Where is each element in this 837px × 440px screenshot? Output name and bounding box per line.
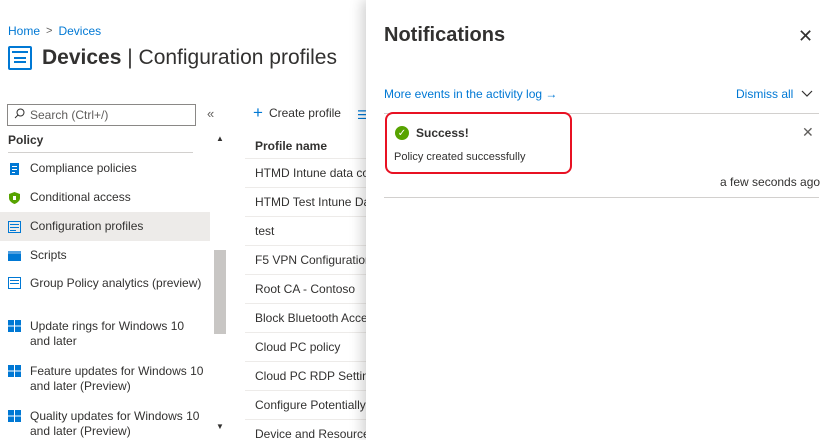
sidebar-item-feature-updates[interactable]: Feature updates for Windows 10 and later… xyxy=(0,358,210,403)
notifications-panel: Notifications ✕ More events in the activ… xyxy=(366,0,837,440)
success-check-icon: ✓ xyxy=(395,126,409,140)
sidebar-item-group-policy-analytics[interactable]: Group Policy analytics (preview) xyxy=(0,270,210,313)
table-row[interactable]: HTMD Intune data co xyxy=(245,159,377,188)
table-row[interactable]: Cloud PC policy xyxy=(245,333,377,362)
script-icon xyxy=(8,251,21,261)
search-placeholder: Search (Ctrl+/) xyxy=(30,108,109,122)
breadcrumb: Home > Devices xyxy=(8,24,101,38)
sidebar-item-label: Group Policy analytics (preview) xyxy=(30,276,202,290)
sidebar-item-compliance-policies[interactable]: Compliance policies xyxy=(0,154,210,183)
close-icon[interactable]: ✕ xyxy=(798,26,813,47)
breadcrumb-devices[interactable]: Devices xyxy=(58,24,101,38)
search-input[interactable]: Search (Ctrl+/) xyxy=(7,104,196,126)
breadcrumb-separator: > xyxy=(46,25,53,37)
table-row[interactable]: F5 VPN Configuration xyxy=(245,246,377,275)
page-title: Devices | Configuration profiles xyxy=(42,46,337,70)
sidebar-item-scripts[interactable]: Scripts xyxy=(0,241,210,270)
collapse-sidebar-button[interactable]: « xyxy=(207,106,214,121)
create-profile-button[interactable]: + Create profile xyxy=(253,103,341,122)
notification-item[interactable]: ✓ Success! Policy created successfully xyxy=(385,112,572,174)
section-title-policy: Policy xyxy=(8,133,44,147)
chevron-down-icon xyxy=(801,87,813,101)
table-row[interactable]: Root CA - Contoso xyxy=(245,275,377,304)
sidebar-item-configuration-profiles[interactable]: Configuration profiles xyxy=(0,212,210,241)
main-pane: + Create profile ☰ Profile name HTMD Int… xyxy=(237,100,377,440)
sidebar-item-quality-updates[interactable]: Quality updates for Windows 10 and later… xyxy=(0,403,210,440)
divider xyxy=(384,197,819,198)
plus-icon: + xyxy=(253,103,263,122)
sidebar-item-label: Feature updates for Windows 10 and later… xyxy=(30,364,204,393)
breadcrumb-home[interactable]: Home xyxy=(8,24,40,38)
windows-icon xyxy=(8,365,21,377)
sidebar-item-label: Quality updates for Windows 10 and later… xyxy=(30,409,200,438)
profiles-table: Profile name HTMD Intune data co HTMD Te… xyxy=(245,133,377,440)
sidebar-item-label: Configuration profiles xyxy=(30,219,144,233)
page-title-bold: Devices xyxy=(42,46,122,69)
table-row[interactable]: Block Bluetooth Acces xyxy=(245,304,377,333)
analytics-icon xyxy=(8,277,21,289)
windows-icon xyxy=(8,410,21,422)
shield-icon xyxy=(9,192,20,204)
sidebar-nav: Compliance policies Conditional access C… xyxy=(0,154,210,440)
section-divider xyxy=(8,152,193,153)
scroll-down-arrow-icon[interactable]: ▼ xyxy=(216,422,224,431)
sidebar-scrollbar[interactable]: ▲ ▼ xyxy=(213,134,227,440)
configuration-profiles-icon xyxy=(8,46,32,70)
notifications-title: Notifications xyxy=(384,24,506,46)
column-header-profile-name[interactable]: Profile name xyxy=(245,133,377,159)
left-pane: Search (Ctrl+/) « Policy Compliance poli… xyxy=(0,100,228,440)
page-title-rest: | Configuration profiles xyxy=(121,46,337,69)
table-row[interactable]: test xyxy=(245,217,377,246)
sidebar-item-update-rings[interactable]: Update rings for Windows 10 and later xyxy=(0,313,210,358)
table-row[interactable]: Device and Resource xyxy=(245,420,377,440)
sidebar-item-label: Update rings for Windows 10 and later xyxy=(30,319,185,348)
notification-header: ✓ Success! xyxy=(395,126,469,140)
sidebar-item-label: Compliance policies xyxy=(30,161,137,175)
table-row[interactable]: Configure Potentially xyxy=(245,391,377,420)
dismiss-notification-close-icon[interactable]: ✕ xyxy=(802,124,814,141)
page-header: Devices | Configuration profiles xyxy=(8,46,337,70)
dismiss-all-button[interactable]: Dismiss all xyxy=(736,87,813,101)
clipboard-icon xyxy=(10,163,19,175)
table-row[interactable]: HTMD Test Intune Dat xyxy=(245,188,377,217)
table-row[interactable]: Cloud PC RDP Setting xyxy=(245,362,377,391)
sidebar-item-label: Conditional access xyxy=(30,190,131,204)
scroll-up-arrow-icon[interactable]: ▲ xyxy=(216,134,224,143)
sidebar-item-label: Scripts xyxy=(30,248,67,262)
notification-message: Policy created successfully xyxy=(394,151,526,163)
profile-icon xyxy=(8,221,21,233)
search-icon xyxy=(14,108,25,122)
notification-title: Success! xyxy=(416,126,469,140)
sidebar-item-conditional-access[interactable]: Conditional access xyxy=(0,183,210,212)
create-profile-label: Create profile xyxy=(268,106,341,120)
dismiss-all-label: Dismiss all xyxy=(736,87,794,101)
activity-log-link[interactable]: More events in the activity log → xyxy=(384,87,557,101)
scroll-thumb[interactable] xyxy=(214,250,226,334)
windows-icon xyxy=(8,320,21,332)
notification-timestamp: a few seconds ago xyxy=(720,175,821,189)
